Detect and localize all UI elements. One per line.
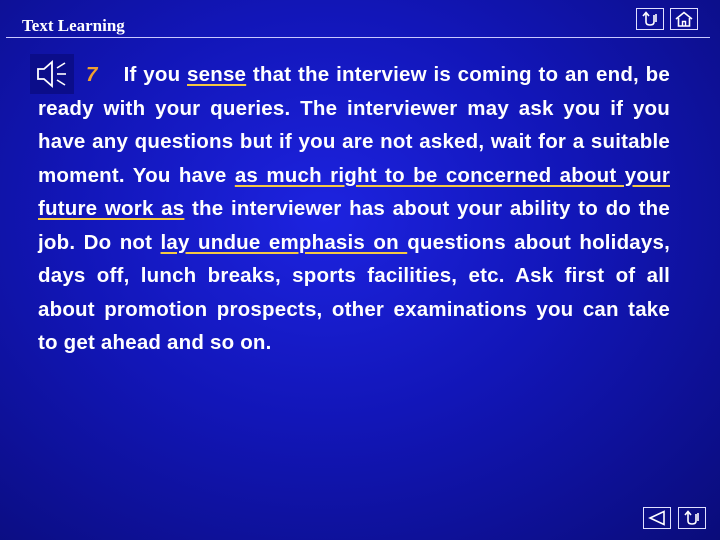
home-button[interactable] bbox=[670, 8, 698, 30]
home-icon bbox=[675, 11, 693, 27]
vocab-term-lay-undue-emphasis[interactable]: lay undue emphasis on bbox=[161, 231, 408, 254]
return-button[interactable] bbox=[636, 8, 664, 30]
return-button[interactable] bbox=[678, 507, 706, 529]
lesson-paragraph: 7 If you sense that the interview is comi… bbox=[38, 58, 670, 360]
paragraph-text: If you bbox=[123, 63, 188, 86]
return-icon bbox=[642, 11, 657, 26]
vocab-term-sense[interactable]: sense bbox=[187, 63, 246, 86]
paragraph-number: 7 bbox=[86, 63, 98, 86]
return-icon bbox=[684, 510, 699, 525]
prev-icon bbox=[648, 510, 665, 526]
header-divider bbox=[6, 37, 710, 38]
page-title: Text Learning bbox=[22, 16, 125, 35]
previous-button[interactable] bbox=[643, 507, 671, 529]
